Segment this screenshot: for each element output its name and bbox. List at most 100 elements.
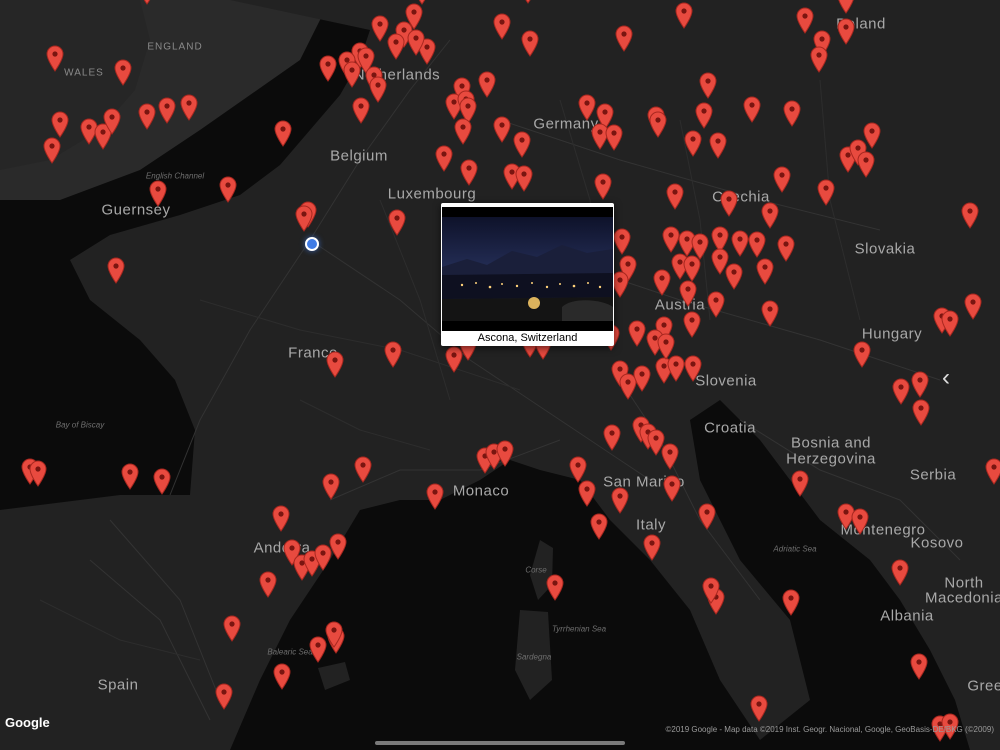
webcam-pin-icon[interactable] (633, 365, 651, 392)
webcam-pin-icon[interactable] (910, 653, 928, 680)
webcam-pin-icon[interactable] (384, 341, 402, 368)
webcam-pin-icon[interactable] (435, 145, 453, 172)
webcam-pin-icon[interactable] (709, 132, 727, 159)
webcam-pin-icon[interactable] (295, 205, 313, 232)
webcam-pin-icon[interactable] (666, 183, 684, 210)
webcam-pin-icon[interactable] (223, 615, 241, 642)
webcam-pin-icon[interactable] (51, 111, 69, 138)
webcam-pin-icon[interactable] (761, 202, 779, 229)
webcam-pin-icon[interactable] (892, 378, 910, 405)
webcam-pin-icon[interactable] (138, 0, 156, 5)
webcam-pin-icon[interactable] (515, 165, 533, 192)
webcam-pin-icon[interactable] (46, 45, 64, 72)
webcam-pin-icon[interactable] (426, 483, 444, 510)
webcam-pin-icon[interactable] (273, 663, 291, 690)
webcam-pin-icon[interactable] (149, 180, 167, 207)
webcam-pin-icon[interactable] (663, 475, 681, 502)
webcam-pin-icon[interactable] (853, 341, 871, 368)
webcam-pin-icon[interactable] (791, 470, 809, 497)
webcam-pin-icon[interactable] (578, 94, 596, 121)
webcam-pin-icon[interactable] (103, 108, 121, 135)
webcam-pin-icon[interactable] (720, 190, 738, 217)
webcam-pin-icon[interactable] (329, 533, 347, 560)
webcam-pin-icon[interactable] (259, 571, 277, 598)
webcam-pin-icon[interactable] (941, 310, 959, 337)
webcam-pin-icon[interactable] (615, 25, 633, 52)
webcam-pin-icon[interactable] (387, 33, 405, 60)
webcam-pin-icon[interactable] (695, 102, 713, 129)
webcam-pin-icon[interactable] (107, 257, 125, 284)
webcam-pin-icon[interactable] (521, 30, 539, 57)
webcam-pin-icon[interactable] (657, 333, 675, 360)
webcam-pin-icon[interactable] (569, 456, 587, 483)
webcam-pin-icon[interactable] (911, 371, 929, 398)
webcam-pin-icon[interactable] (369, 76, 387, 103)
webcam-pin-icon[interactable] (180, 94, 198, 121)
webcam-pin-icon[interactable] (215, 683, 233, 710)
webcam-pin-icon[interactable] (158, 97, 176, 124)
webcam-pin-icon[interactable] (912, 399, 930, 426)
webcam-pin-icon[interactable] (611, 487, 629, 514)
webcam-pin-icon[interactable] (810, 46, 828, 73)
webcam-pin-icon[interactable] (683, 255, 701, 282)
webcam-pin-icon[interactable] (460, 159, 478, 186)
webcam-pin-icon[interactable] (649, 111, 667, 138)
webcam-pin-icon[interactable] (319, 55, 337, 82)
webcam-pin-icon[interactable] (628, 320, 646, 347)
webcam-pin-icon[interactable] (219, 176, 237, 203)
webcam-pin-icon[interactable] (643, 534, 661, 561)
webcam-pin-icon[interactable] (756, 258, 774, 285)
webcam-pin-icon[interactable] (707, 291, 725, 318)
webcam-pin-icon[interactable] (679, 280, 697, 307)
webcam-pin-icon[interactable] (322, 473, 340, 500)
webcam-pin-icon[interactable] (445, 346, 463, 373)
webcam-pin-icon[interactable] (354, 456, 372, 483)
webcam-pin-icon[interactable] (578, 480, 596, 507)
webcam-pin-icon[interactable] (761, 300, 779, 327)
webcam-pin-icon[interactable] (590, 513, 608, 540)
webcam-pin-icon[interactable] (519, 0, 537, 4)
webcam-pin-icon[interactable] (851, 508, 869, 535)
webcam-pin-icon[interactable] (964, 293, 982, 320)
webcam-pin-icon[interactable] (388, 209, 406, 236)
map-view[interactable]: Poland Germany Netherlands Belgium Luxembour… (0, 0, 1000, 750)
webcam-pin-icon[interactable] (675, 2, 693, 29)
webcam-pin-icon[interactable] (698, 503, 716, 530)
webcam-pin-icon[interactable] (114, 59, 132, 86)
webcam-pin-icon[interactable] (782, 589, 800, 616)
webcam-pin-icon[interactable] (274, 120, 292, 147)
webcam-pin-icon[interactable] (817, 179, 835, 206)
webcam-pin-icon[interactable] (272, 505, 290, 532)
webcam-pin-icon[interactable] (153, 468, 171, 495)
webcam-pin-icon[interactable] (684, 355, 702, 382)
webcam-pin-icon[interactable] (750, 695, 768, 722)
webcam-pin-icon[interactable] (594, 173, 612, 200)
webcam-pin-icon[interactable] (683, 311, 701, 338)
webcam-pin-icon[interactable] (857, 151, 875, 178)
webcam-pin-icon[interactable] (493, 13, 511, 40)
webcam-pin-icon[interactable] (961, 202, 979, 229)
webcam-pin-icon[interactable] (603, 424, 621, 451)
webcam-pin-icon[interactable] (326, 351, 344, 378)
webcam-pin-icon[interactable] (325, 621, 343, 648)
webcam-pin-icon[interactable] (407, 29, 425, 56)
webcam-pin-icon[interactable] (731, 230, 749, 257)
webcam-pin-icon[interactable] (546, 574, 564, 601)
webcam-pin-icon[interactable] (748, 231, 766, 258)
webcam-pin-icon[interactable] (777, 235, 795, 262)
webcam-pin-icon[interactable] (352, 97, 370, 124)
webcam-thumbnail[interactable] (442, 207, 613, 331)
webcam-pin-icon[interactable] (613, 228, 631, 255)
webcam-pin-icon[interactable] (605, 124, 623, 151)
webcam-pin-icon[interactable] (783, 100, 801, 127)
webcam-pin-icon[interactable] (702, 577, 720, 604)
webcam-pin-icon[interactable] (796, 7, 814, 34)
webcam-pin-icon[interactable] (837, 0, 855, 14)
webcam-pin-icon[interactable] (478, 71, 496, 98)
webcam-pin-icon[interactable] (653, 269, 671, 296)
webcam-pin-icon[interactable] (699, 72, 717, 99)
webcam-pin-icon[interactable] (121, 463, 139, 490)
webcam-pin-icon[interactable] (985, 458, 1000, 485)
webcam-popup[interactable]: Ascona, Switzerland (441, 203, 614, 346)
webcam-pin-icon[interactable] (513, 131, 531, 158)
